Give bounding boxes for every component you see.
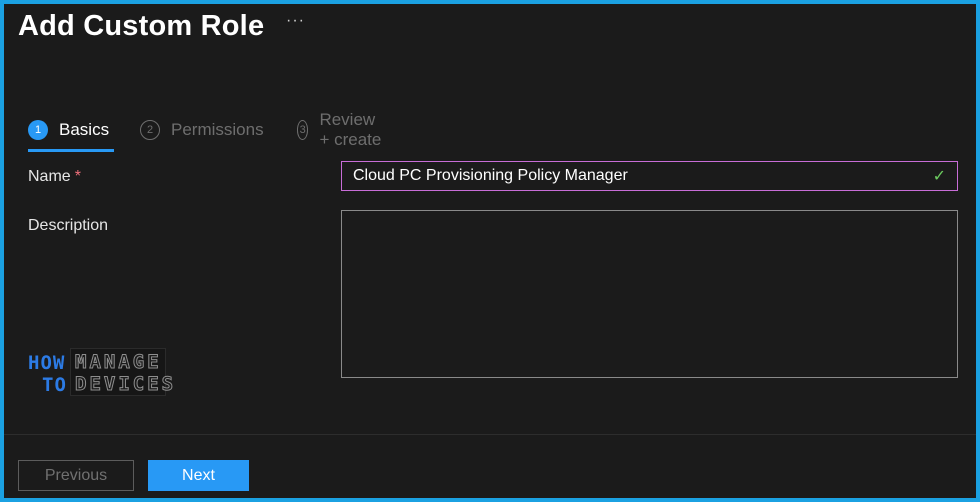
- tab-label: Basics: [59, 120, 110, 139]
- previous-button[interactable]: Previous: [18, 460, 134, 491]
- description-label: Description: [28, 217, 109, 234]
- logo-to: TO: [42, 374, 67, 396]
- active-tab-indicator: [28, 149, 114, 152]
- check-icon: ✓: [932, 168, 946, 185]
- name-input-value: Cloud PC Provisioning Policy Manager: [353, 167, 628, 184]
- tab-review-create[interactable]: 3 Review + create: [297, 110, 384, 149]
- footer-divider: [4, 434, 976, 435]
- step-number-3: 3: [297, 120, 309, 140]
- logo-devices: DEVICES: [74, 373, 177, 396]
- tab-label: Permissions: [171, 120, 264, 139]
- watermark-logo: HOW TO MANAGE DEVICES: [28, 348, 174, 396]
- logo-manage: MANAGE: [75, 351, 162, 374]
- step-number-2: 2: [140, 120, 160, 140]
- logo-box: MANAGE DEVICES: [70, 348, 174, 396]
- name-label: Name *: [28, 168, 81, 186]
- name-label-text: Name: [28, 168, 71, 185]
- next-button[interactable]: Next: [148, 460, 249, 491]
- more-options-icon[interactable]: ···: [286, 12, 305, 30]
- blade: Add Custom Role ··· 1 Basics 2 Permissio…: [4, 4, 976, 498]
- tab-permissions[interactable]: 2 Permissions: [140, 112, 264, 148]
- step-number-1: 1: [28, 120, 48, 140]
- page-title: Add Custom Role: [18, 10, 265, 42]
- logo-how: HOW: [28, 352, 66, 374]
- tab-label: Review + create: [319, 110, 382, 149]
- description-textarea[interactable]: [341, 210, 958, 378]
- name-input[interactable]: Cloud PC Provisioning Policy Manager ✓: [341, 161, 958, 191]
- required-marker: *: [74, 168, 81, 185]
- tab-basics[interactable]: 1 Basics: [28, 112, 114, 152]
